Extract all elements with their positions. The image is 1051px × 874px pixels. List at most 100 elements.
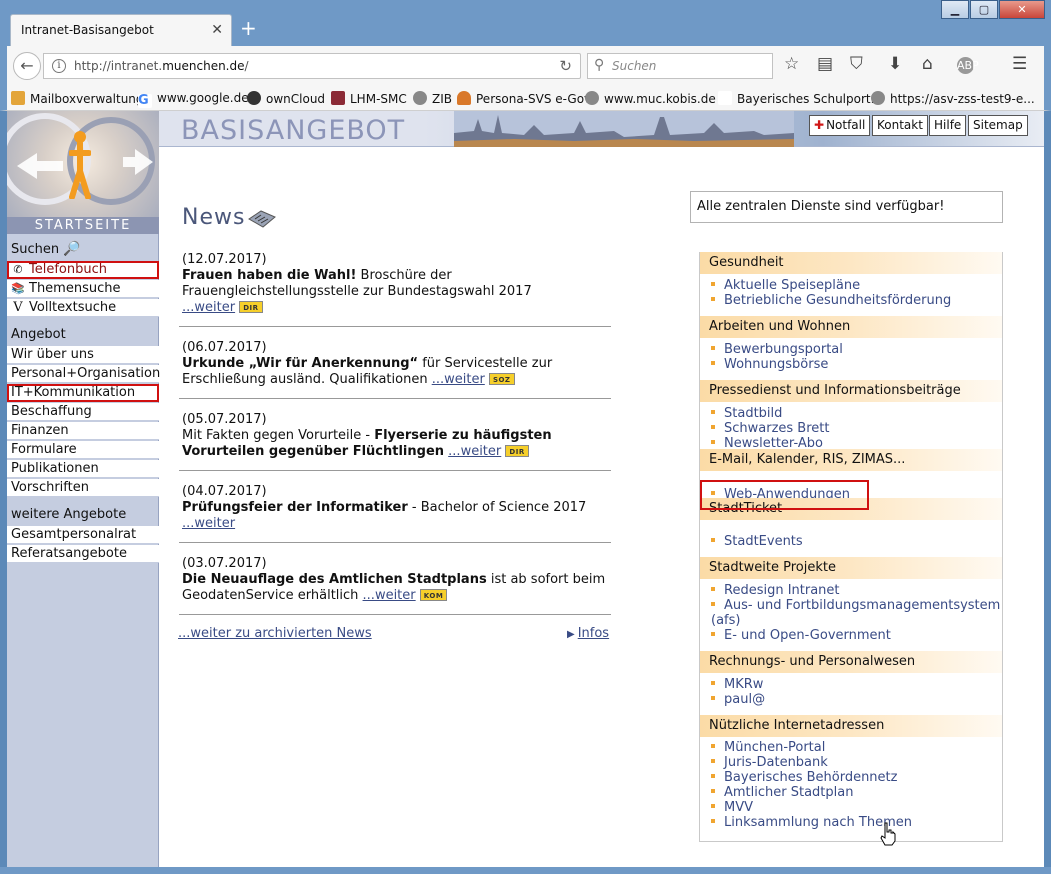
- news-heading: News: [182, 205, 246, 230]
- reading-list-icon[interactable]: ▤: [817, 54, 833, 74]
- left-sidebar: STARTSEITE Suchen 🔎 ✆ Telefonbuch 📚 Themen…: [7, 111, 160, 867]
- bullet-icon: [711, 759, 715, 763]
- service-link[interactable]: MKRw: [711, 677, 1001, 692]
- service-link[interactable]: Schwarzes Brett: [711, 421, 1001, 436]
- news-more-link[interactable]: ...weiter: [448, 444, 501, 459]
- url-bar[interactable]: i http://intranet.muenchen.de/ ↻: [43, 53, 581, 79]
- bullet-icon: [711, 681, 715, 685]
- bullet-icon: [711, 774, 715, 778]
- sidebar-item-themensuche[interactable]: 📚 Themensuche: [7, 280, 159, 298]
- service-link[interactable]: MVV: [711, 800, 1001, 815]
- sidebar-item-wir-ueber-uns[interactable]: Wir über uns: [7, 346, 159, 364]
- smc-icon: [331, 91, 345, 105]
- sidebar-item-referatsangebote[interactable]: Referatsangebote: [7, 545, 159, 563]
- back-arrow-icon[interactable]: ←: [13, 52, 41, 80]
- download-icon[interactable]: ⬇: [888, 54, 902, 74]
- service-link[interactable]: E- und Open-Government: [711, 628, 1001, 643]
- hilfe-button[interactable]: Hilfe: [929, 115, 967, 136]
- bookmark-item[interactable]: Gwww.google.de: [138, 91, 249, 108]
- bookmark-item[interactable]: https://asv-zss-test9-e...: [871, 91, 1035, 106]
- maximize-icon[interactable]: ▢: [970, 0, 998, 19]
- service-link[interactable]: Bewerbungsportal: [711, 342, 1001, 357]
- intranet-logo[interactable]: [7, 111, 159, 217]
- news-more-link[interactable]: ...weiter: [182, 516, 235, 531]
- archive-news-link[interactable]: ...weiter zu archivierten News: [178, 626, 372, 641]
- sidebar-item-publikationen[interactable]: Publikationen: [7, 460, 159, 478]
- bookmark-item[interactable]: Persona-SVS e-Gov: [457, 91, 591, 106]
- sidebar-item-gesamtpersonalrat[interactable]: Gesamtpersonalrat: [7, 526, 159, 544]
- service-link[interactable]: Linksammlung nach Themen: [711, 815, 1001, 830]
- bullet-icon: [711, 297, 715, 301]
- sidebar-item-beschaffung[interactable]: Beschaffung: [7, 403, 159, 421]
- service-status-box: Alle zentralen Dienste sind verfügbar!: [690, 191, 1003, 223]
- sidebar-item-telefonbuch[interactable]: ✆ Telefonbuch: [7, 261, 159, 279]
- adblock-icon[interactable]: ABP: [957, 57, 979, 74]
- service-link[interactable]: Amtlicher Stadtplan: [711, 785, 1001, 800]
- news-more-link[interactable]: ...weiter: [432, 372, 485, 387]
- news-tag: DIR: [239, 301, 263, 313]
- bullet-icon: [711, 538, 715, 542]
- bookmark-item[interactable]: LHM-SMC: [331, 91, 407, 106]
- bullet-icon: [711, 361, 715, 365]
- bullet-icon: [711, 440, 715, 444]
- news-item: (03.07.2017) Die Neuauflage des Amtliche…: [182, 556, 606, 603]
- service-link[interactable]: Wohnungsbörse: [711, 357, 1001, 372]
- service-link[interactable]: Aus- und Fortbildungsmanagementsystem (a…: [711, 598, 1001, 628]
- highlight-web-anwendungen: [700, 480, 869, 510]
- service-link[interactable]: Juris-Datenbank: [711, 755, 1001, 770]
- red-cross-icon: ✚: [814, 118, 825, 132]
- bookmark-item[interactable]: ZIB: [413, 91, 452, 106]
- search-placeholder: Suchen: [612, 59, 657, 73]
- info-icon[interactable]: i: [52, 59, 66, 73]
- service-link[interactable]: Betriebliche Gesundheitsförderung: [711, 293, 1001, 308]
- news-more-link[interactable]: ...weiter: [363, 588, 416, 603]
- service-link[interactable]: Redesign Intranet: [711, 583, 1001, 598]
- bookmark-item[interactable]: www.muc.kobis.de: [585, 91, 716, 106]
- startseite-link[interactable]: STARTSEITE: [7, 217, 159, 234]
- search-input[interactable]: ⚲ Suchen: [587, 53, 773, 79]
- sidebar-item-it-kommunikation[interactable]: IT+Kommunikation: [7, 384, 159, 402]
- close-window-icon[interactable]: ✕: [999, 0, 1045, 19]
- service-link[interactable]: München-Portal: [711, 740, 1001, 755]
- service-link[interactable]: Stadtbild: [711, 406, 1001, 421]
- bullet-icon: [711, 602, 715, 606]
- menu-icon[interactable]: ☰: [1012, 54, 1027, 74]
- sidebar-item-formulare[interactable]: Formulare: [7, 441, 159, 459]
- service-link[interactable]: Aktuelle Speisepläne: [711, 278, 1001, 293]
- bookmark-item[interactable]: Bayerisches Schulport...: [718, 91, 882, 106]
- sidebar-item-finanzen[interactable]: Finanzen: [7, 422, 159, 440]
- bookmark-star-icon[interactable]: ☆: [784, 54, 799, 74]
- tab-title: Intranet-Basisangebot: [21, 23, 154, 37]
- infos-link[interactable]: ▶ Infos: [567, 626, 609, 641]
- service-link[interactable]: Bayerisches Behördennetz: [711, 770, 1001, 785]
- bookmark-item[interactable]: Mailboxverwaltung: [11, 91, 144, 106]
- news-more-link[interactable]: ...weiter: [182, 300, 235, 315]
- minimize-icon[interactable]: ▁: [941, 0, 969, 19]
- sitemap-button[interactable]: Sitemap: [968, 115, 1028, 136]
- notfall-button[interactable]: ✚ Notfall: [809, 115, 871, 136]
- navigation-toolbar: ← i http://intranet.muenchen.de/ ↻ ⚲ Suc…: [0, 46, 1051, 86]
- news-tag: DIR: [505, 445, 529, 457]
- new-tab-icon[interactable]: +: [240, 18, 257, 38]
- reload-icon[interactable]: ↻: [559, 57, 572, 75]
- pocket-icon[interactable]: ⛉: [850, 54, 863, 74]
- sidebar-item-volltextsuche[interactable]: V Volltextsuche: [7, 299, 159, 317]
- kontakt-button[interactable]: Kontakt: [872, 115, 928, 136]
- globe-icon: [871, 91, 885, 105]
- service-link[interactable]: paul@: [711, 692, 1001, 707]
- url-text: http://intranet.muenchen.de/: [74, 59, 249, 73]
- triangle-right-icon: ▶: [567, 629, 575, 640]
- service-link[interactable]: StadtEvents: [711, 534, 1001, 549]
- page-content: STARTSEITE Suchen 🔎 ✆ Telefonbuch 📚 Themen…: [7, 111, 1044, 867]
- window-border: [0, 867, 1051, 874]
- divider: [179, 542, 611, 543]
- tab-close-icon[interactable]: ✕: [211, 22, 223, 38]
- browser-tab[interactable]: Intranet-Basisangebot ✕: [10, 14, 232, 48]
- section-heading: Arbeiten und Wohnen: [700, 316, 1002, 338]
- section-heading: Nützliche Internetadressen: [700, 715, 1002, 737]
- home-icon[interactable]: ⌂: [922, 54, 933, 74]
- divider: [179, 470, 611, 471]
- sidebar-item-personal-organisation[interactable]: Personal+Organisation: [7, 365, 160, 383]
- sidebar-item-vorschriften[interactable]: Vorschriften: [7, 479, 159, 497]
- bookmark-item[interactable]: ownCloud: [247, 91, 325, 106]
